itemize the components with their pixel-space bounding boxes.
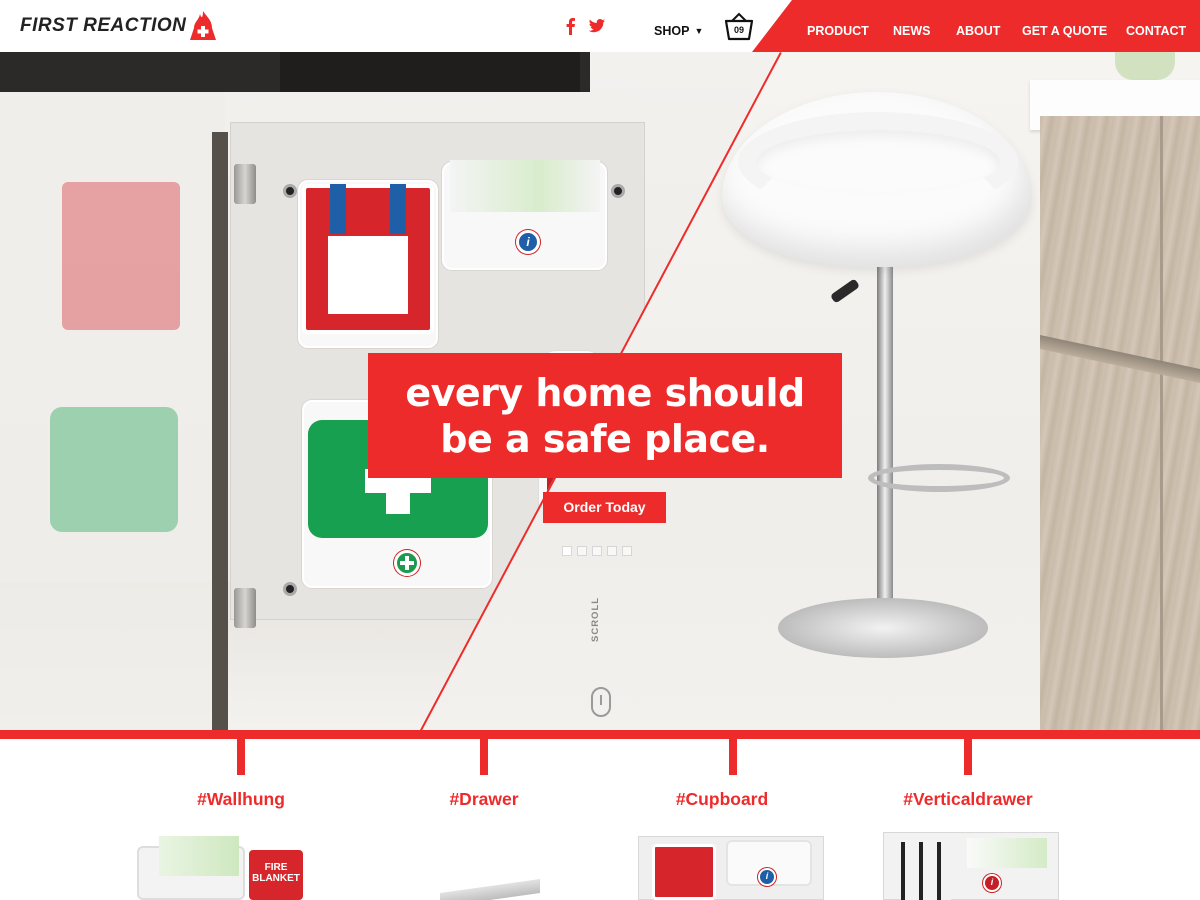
- hero-headline-line1: every home should: [405, 370, 805, 415]
- product-wallhung-image[interactable]: FIRE BLANKET: [137, 836, 307, 900]
- nav-contact[interactable]: CONTACT: [1126, 24, 1196, 38]
- info-icon: i: [758, 868, 776, 886]
- nav-get-a-quote[interactable]: GET A QUOTE: [1022, 24, 1126, 38]
- slider-dot[interactable]: [592, 546, 602, 556]
- cart-count: 09: [733, 25, 744, 35]
- main-nav: PRODUCT NEWS ABOUT GET A QUOTE CONTACT: [807, 24, 1196, 38]
- logo[interactable]: FIRST REACTION: [20, 10, 217, 42]
- screw: [611, 184, 625, 198]
- nav-product[interactable]: PRODUCT: [807, 24, 893, 38]
- first-aid-cross-icon: [394, 550, 420, 576]
- category-stem: [480, 739, 488, 775]
- shop-dropdown[interactable]: SHOP ▼: [654, 24, 703, 38]
- slider-dot[interactable]: [622, 546, 632, 556]
- category-bar: [0, 730, 1200, 739]
- slider-dot[interactable]: [562, 546, 572, 556]
- plant: [1115, 52, 1175, 80]
- slider-dots: [562, 546, 632, 556]
- fire-blanket-pack: [302, 184, 434, 334]
- category-stem: [964, 739, 972, 775]
- hero-banner: i i every home should be a safe place.: [0, 52, 1200, 730]
- shop-label: SHOP: [654, 24, 690, 38]
- screw: [283, 184, 297, 198]
- category-drawer[interactable]: #Drawer: [384, 789, 584, 810]
- stool-pole: [877, 252, 893, 612]
- category-wallhung[interactable]: #Wallhung: [141, 789, 341, 810]
- category-verticaldrawer[interactable]: #Verticaldrawer: [868, 789, 1068, 810]
- stool-footrest: [868, 464, 1010, 492]
- social-links: [562, 17, 606, 35]
- hinge: [234, 588, 256, 628]
- twitter-icon[interactable]: [588, 17, 606, 35]
- hero-headline-text: every home should be a safe place.: [405, 370, 805, 462]
- product-drawer-image[interactable]: [440, 878, 540, 900]
- product-cupboard-image[interactable]: i: [638, 836, 824, 900]
- wood-cabinet-seam: [1160, 116, 1163, 730]
- product-verticaldrawer-image[interactable]: i: [883, 832, 1059, 900]
- mouse-scroll-icon[interactable]: [591, 687, 611, 717]
- nav-about[interactable]: ABOUT: [956, 24, 1022, 38]
- nav-news[interactable]: NEWS: [893, 24, 956, 38]
- hinge: [234, 164, 256, 204]
- scroll-label: SCROLL: [590, 596, 601, 642]
- slider-dot[interactable]: [607, 546, 617, 556]
- reflection-fire-blanket: [62, 182, 180, 330]
- page: FIRST REACTION SHOP ▼ 09 PRODUCT NEWS AB…: [0, 0, 1200, 900]
- stool-back: [738, 112, 1018, 212]
- slider-dot[interactable]: [577, 546, 587, 556]
- fire-blanket-label: FIRE BLANKET: [249, 850, 303, 900]
- wood-cabinet: [1040, 116, 1200, 730]
- flame-cross-logo-icon: [190, 11, 217, 40]
- info-booklets: [450, 160, 600, 212]
- category-stem: [729, 739, 737, 775]
- category-stem: [237, 739, 245, 775]
- hero-window-panel: [280, 52, 580, 92]
- info-icon: i: [983, 874, 1001, 892]
- category-cupboard[interactable]: #Cupboard: [622, 789, 822, 810]
- facebook-icon[interactable]: [562, 17, 580, 35]
- logo-text: FIRST REACTION: [20, 15, 187, 36]
- hero-headline-line2: be a safe place.: [440, 416, 770, 461]
- caret-down-icon: ▼: [694, 26, 704, 36]
- stool-base: [778, 598, 988, 658]
- cabinet-edge: [212, 132, 228, 730]
- screw: [283, 582, 297, 596]
- hero-headline: every home should be a safe place.: [368, 353, 842, 478]
- cart-button[interactable]: 09: [724, 12, 754, 42]
- site-header: FIRST REACTION SHOP ▼ 09 PRODUCT NEWS AB…: [0, 0, 1200, 52]
- reflection-first-aid-kit: [50, 407, 178, 532]
- order-today-button[interactable]: Order Today: [543, 492, 666, 523]
- info-icon: i: [516, 230, 540, 254]
